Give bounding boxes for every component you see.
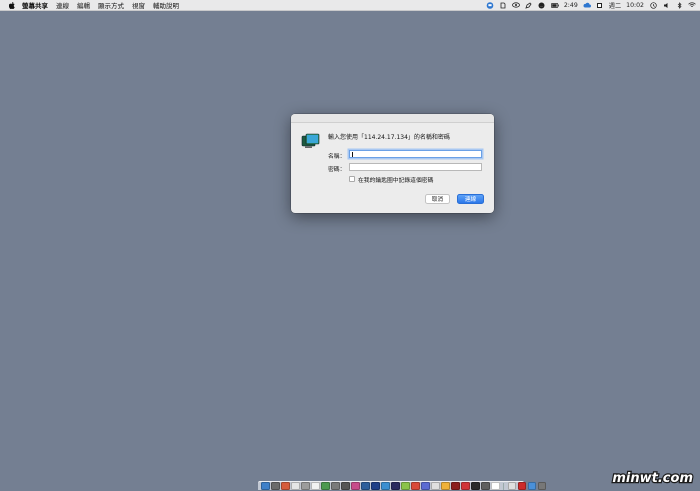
dock-app-icon[interactable] <box>371 481 380 491</box>
dock-app-icon[interactable] <box>491 481 500 491</box>
dialog-prompt: 輸入您使用「114.24.17.134」的名稱和密碼 <box>328 134 450 141</box>
dialog-titlebar[interactable] <box>291 114 494 123</box>
day-label[interactable]: 週二 <box>609 1 621 10</box>
dock-app-icon[interactable] <box>451 481 460 491</box>
password-label: 密碼： <box>328 167 346 173</box>
chat-icon[interactable]: … <box>538 2 546 9</box>
name-label: 名稱： <box>328 154 346 160</box>
pen-icon[interactable] <box>525 1 533 9</box>
dock-app-icon[interactable] <box>391 481 400 491</box>
status-area: … 2:49 週二 10:02 <box>486 0 696 10</box>
dock-app-icon[interactable] <box>311 481 320 491</box>
cancel-button[interactable]: 取消 <box>425 194 450 204</box>
dock-app-icon[interactable] <box>351 481 360 491</box>
dock-app-icon[interactable] <box>341 481 350 491</box>
wifi-icon[interactable] <box>688 2 696 9</box>
clock-status-text[interactable]: 2:49 <box>564 2 578 9</box>
dock-app-icon[interactable] <box>421 481 430 491</box>
dock-app-icon[interactable] <box>261 481 270 491</box>
name-field[interactable] <box>349 150 482 168</box>
dock-app-icon[interactable] <box>507 481 516 491</box>
evernote-icon[interactable] <box>499 2 507 9</box>
eye-icon[interactable] <box>511 2 520 9</box>
screen-sharing-app-icon <box>301 133 320 150</box>
menu-bar: 螢幕共享 連線 編輯 顯示方式 視窗 輔助說明 … 2:49 週二 10:02 <box>0 0 700 11</box>
battery-icon[interactable] <box>550 2 559 9</box>
password-field[interactable] <box>349 163 482 181</box>
menu-view[interactable]: 顯示方式 <box>98 0 124 10</box>
dock-app-icon[interactable] <box>471 481 480 491</box>
text-caret <box>352 152 353 157</box>
dock-app-icon[interactable] <box>431 481 440 491</box>
dock-app-icon[interactable] <box>441 481 450 491</box>
menu-window[interactable]: 視窗 <box>132 0 145 10</box>
menu-app-name[interactable]: 螢幕共享 <box>22 0 48 10</box>
volume-icon[interactable] <box>662 2 670 9</box>
menu-help[interactable]: 輔助說明 <box>153 0 179 10</box>
cloud-icon[interactable] <box>583 2 591 9</box>
flag-icon[interactable] <box>596 2 604 9</box>
dock-app-icon[interactable] <box>537 481 546 491</box>
watermark-logo: minwt.com <box>598 467 694 487</box>
dock-separator <box>503 482 504 490</box>
svg-text:minwt.com: minwt.com <box>612 471 693 486</box>
menu-edit[interactable]: 編輯 <box>77 0 90 10</box>
dock-app-icon[interactable] <box>291 481 300 491</box>
connect-button[interactable]: 連線 <box>457 194 484 204</box>
bluetooth-icon[interactable] <box>675 1 683 9</box>
dock <box>258 481 546 491</box>
dock-app-icon[interactable] <box>411 481 420 491</box>
dock-app-icon[interactable] <box>361 481 370 491</box>
screen-share-status-icon[interactable] <box>486 1 494 9</box>
dock-app-icon[interactable] <box>461 481 470 491</box>
dock-app-icon[interactable] <box>331 481 340 491</box>
dock-app-icon[interactable] <box>381 481 390 491</box>
dock-app-icon[interactable] <box>321 481 330 491</box>
remember-password-label[interactable]: 在我的鑰匙圈中記錄這個密碼 <box>358 175 433 184</box>
remember-password-checkbox[interactable] <box>349 176 355 182</box>
time-label[interactable]: 10:02 <box>626 2 644 9</box>
apple-menu-icon[interactable] <box>8 1 15 9</box>
menu-connection[interactable]: 連線 <box>56 0 69 10</box>
dock-app-icon[interactable] <box>401 481 410 491</box>
dock-app-icon[interactable] <box>517 481 526 491</box>
dock-app-icon[interactable] <box>527 481 536 491</box>
dock-app-icon[interactable] <box>481 481 490 491</box>
time-machine-icon[interactable] <box>649 1 657 9</box>
dock-app-icon[interactable] <box>271 481 280 491</box>
dock-app-icon[interactable] <box>281 481 290 491</box>
dock-app-icon[interactable] <box>301 481 310 491</box>
svg-text:…: … <box>540 3 543 7</box>
connect-dialog: 輸入您使用「114.24.17.134」的名稱和密碼 名稱： 密碼： 在我的鑰匙… <box>291 114 494 213</box>
